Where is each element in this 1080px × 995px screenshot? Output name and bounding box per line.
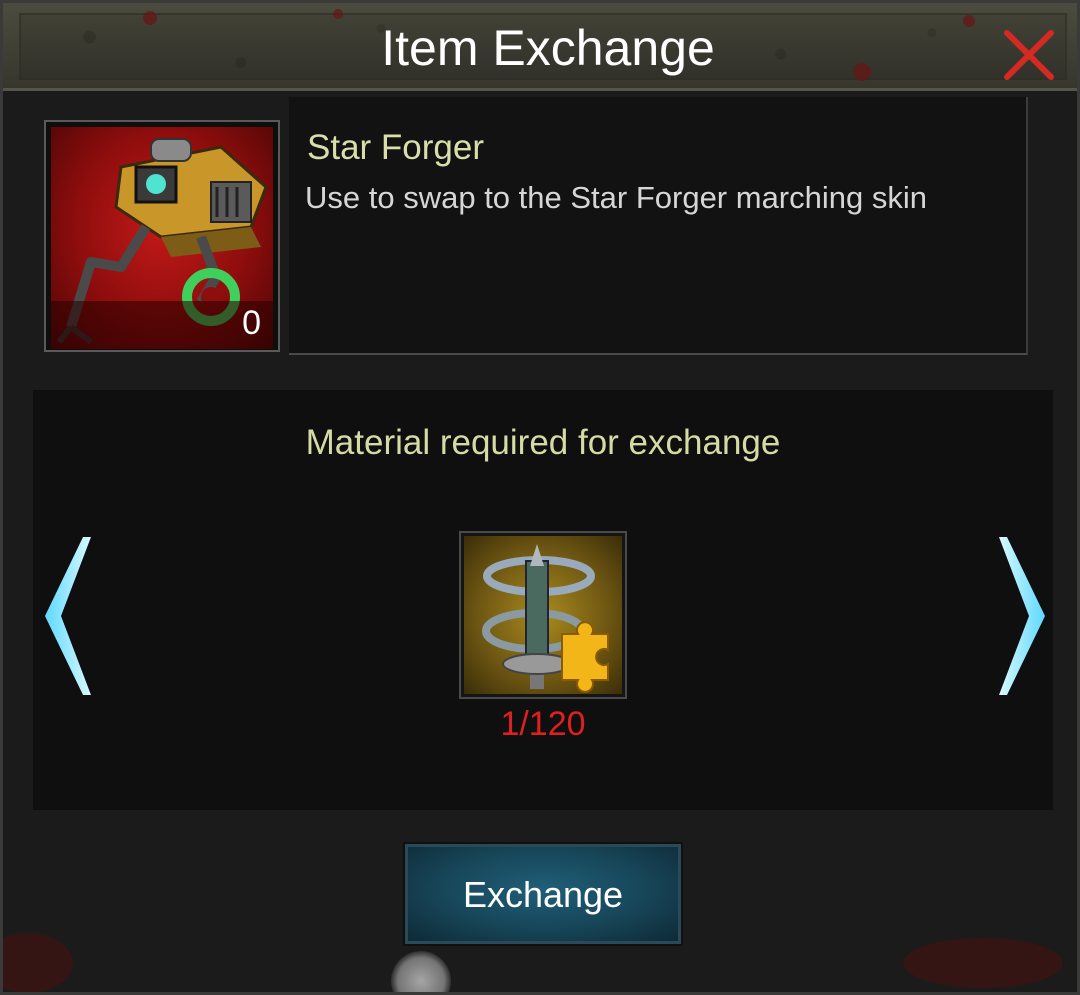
tower-puzzle-piece-icon bbox=[482, 544, 609, 693]
item-name: Star Forger bbox=[307, 128, 484, 167]
blood-splatter-decoration bbox=[903, 938, 1063, 988]
prev-button[interactable] bbox=[37, 533, 97, 699]
close-button[interactable] bbox=[1001, 27, 1057, 83]
material-thumbnail[interactable] bbox=[459, 531, 627, 699]
item-count: 0 bbox=[242, 304, 261, 342]
material-count: 1/120 bbox=[500, 705, 586, 743]
exchange-button-label: Exchange bbox=[462, 874, 624, 915]
dialog-header: Item Exchange bbox=[3, 3, 1077, 91]
material-image bbox=[464, 536, 622, 694]
blood-splatter-decoration bbox=[3, 933, 73, 992]
touch-indicator bbox=[391, 951, 451, 992]
item-info-panel: Star Forger Use to swap to the Star Forg… bbox=[289, 97, 1028, 355]
item-image: 0 bbox=[51, 127, 273, 349]
material-heading: Material required for exchange bbox=[305, 423, 781, 462]
item-count-strip bbox=[51, 301, 273, 349]
chevron-left-icon bbox=[45, 537, 91, 695]
next-button[interactable] bbox=[993, 533, 1053, 699]
item-description: Use to swap to the Star Forger marching … bbox=[305, 180, 927, 215]
dialog-title: Item Exchange bbox=[381, 20, 715, 76]
item-exchange-dialog: Item Exchange 0 Star Forger Use to swap … bbox=[0, 0, 1080, 995]
item-thumbnail[interactable]: 0 bbox=[44, 120, 280, 352]
chevron-right-icon bbox=[999, 537, 1045, 695]
close-icon bbox=[1004, 30, 1054, 80]
exchange-button[interactable]: Exchange bbox=[403, 842, 683, 946]
